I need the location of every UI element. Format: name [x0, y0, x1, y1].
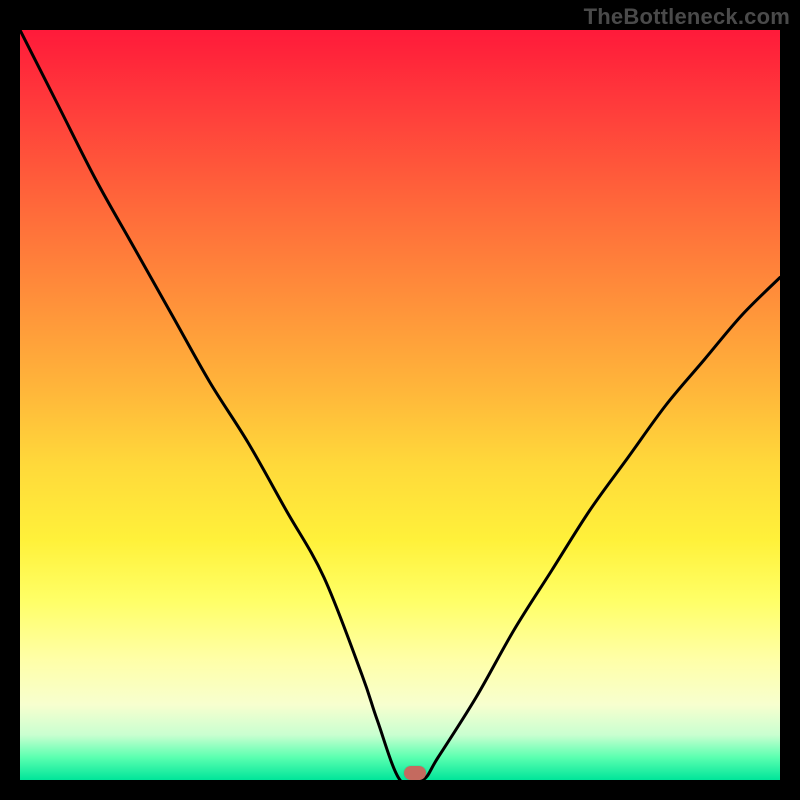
- watermark-text: TheBottleneck.com: [584, 4, 790, 30]
- bottleneck-curve: [20, 30, 780, 780]
- curve-svg: [20, 30, 780, 780]
- chart-frame: TheBottleneck.com: [0, 0, 800, 800]
- optimal-point-marker: [404, 766, 426, 780]
- plot-area: [20, 30, 780, 780]
